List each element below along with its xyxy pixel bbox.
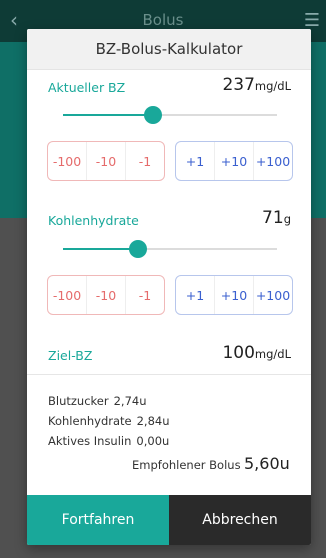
current-bg-increment-group: +1 +10 +100 (175, 141, 293, 181)
dialog-title: BZ-Bolus-Kalkulator (27, 29, 311, 70)
recommended-bolus-value: 5,60u (244, 454, 290, 473)
current-bg-number: 237 (222, 75, 255, 95)
active-insulin-label: Aktives Insulin (48, 434, 132, 448)
target-bg-number: 100 (222, 343, 255, 363)
current-bg-unit: mg/dL (254, 79, 291, 93)
carbs-label: Kohlenhydrate (48, 213, 139, 228)
continue-button[interactable]: Fortfahren (27, 495, 169, 545)
blood-sugar-label: Blutzucker (48, 394, 109, 408)
carbs-minus-100-button[interactable]: -100 (48, 276, 86, 314)
carbs-decrement-group: -100 -10 -1 (47, 275, 165, 315)
current-bg-label: Aktueller BZ (48, 80, 126, 95)
carbs-slider-thumb[interactable] (128, 240, 147, 258)
current-bg-value: 237mg/dL (222, 75, 291, 95)
current-bg-decrement-group: -100 -10 -1 (47, 141, 165, 181)
target-bg-value: 100mg/dL (222, 343, 291, 363)
carbs-minus-1-button[interactable]: -1 (125, 276, 164, 314)
app-title: Bolus (142, 11, 184, 29)
current-bg-slider-thumb[interactable] (143, 106, 162, 124)
current-bg-minus-1-button[interactable]: -1 (125, 142, 164, 180)
carbs-plus-1-button[interactable]: +1 (176, 276, 214, 314)
recommended-bolus-label: Empfohlener Bolus (132, 458, 241, 472)
carbs-increment-group: +1 +10 +100 (175, 275, 293, 315)
hamburger-menu-icon[interactable]: ☰ (304, 12, 320, 30)
summary-carbs: Kohlenhydrate 2,84u (48, 414, 170, 428)
carbs-value: 71g (262, 208, 291, 228)
carbs-number: 71 (262, 208, 284, 228)
blood-sugar-value: 2,74u (113, 394, 147, 408)
active-insulin-value: 0,00u (136, 434, 170, 448)
current-bg-minus-10-button[interactable]: -10 (86, 142, 125, 180)
summary-blood-sugar: Blutzucker 2,74u (48, 394, 147, 408)
cancel-button[interactable]: Abbrechen (169, 495, 311, 545)
carbs-slider-fill (63, 248, 138, 250)
current-bg-plus-10-button[interactable]: +10 (214, 142, 253, 180)
summary-carbs-label: Kohlenhydrate (48, 414, 132, 428)
current-bg-plus-100-button[interactable]: +100 (253, 142, 292, 180)
summary-divider (27, 374, 311, 375)
target-bg-label: Ziel-BZ (48, 348, 93, 363)
current-bg-plus-1-button[interactable]: +1 (176, 142, 214, 180)
current-bg-slider-fill (63, 114, 153, 116)
carbs-plus-100-button[interactable]: +100 (253, 276, 292, 314)
carbs-plus-10-button[interactable]: +10 (214, 276, 253, 314)
summary-carbs-value: 2,84u (136, 414, 170, 428)
target-bg-unit: mg/dL (254, 347, 291, 361)
summary-active-insulin: Aktives Insulin 0,00u (48, 434, 169, 448)
carbs-minus-10-button[interactable]: -10 (86, 276, 125, 314)
carbs-unit: g (283, 212, 291, 226)
current-bg-minus-100-button[interactable]: -100 (48, 142, 86, 180)
bolus-calculator-dialog: BZ-Bolus-Kalkulator Aktueller BZ 237mg/d… (27, 29, 311, 545)
